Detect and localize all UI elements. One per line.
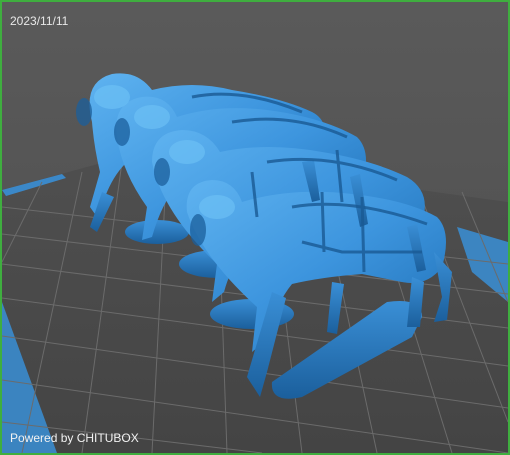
powered-by-label: Powered by CHITUBOX [10,431,139,445]
chitubox-viewport[interactable]: 2023/11/11 Powered by CHITUBOX [0,0,510,455]
scene-canvas[interactable] [2,2,508,453]
date-label: 2023/11/11 [10,14,69,28]
